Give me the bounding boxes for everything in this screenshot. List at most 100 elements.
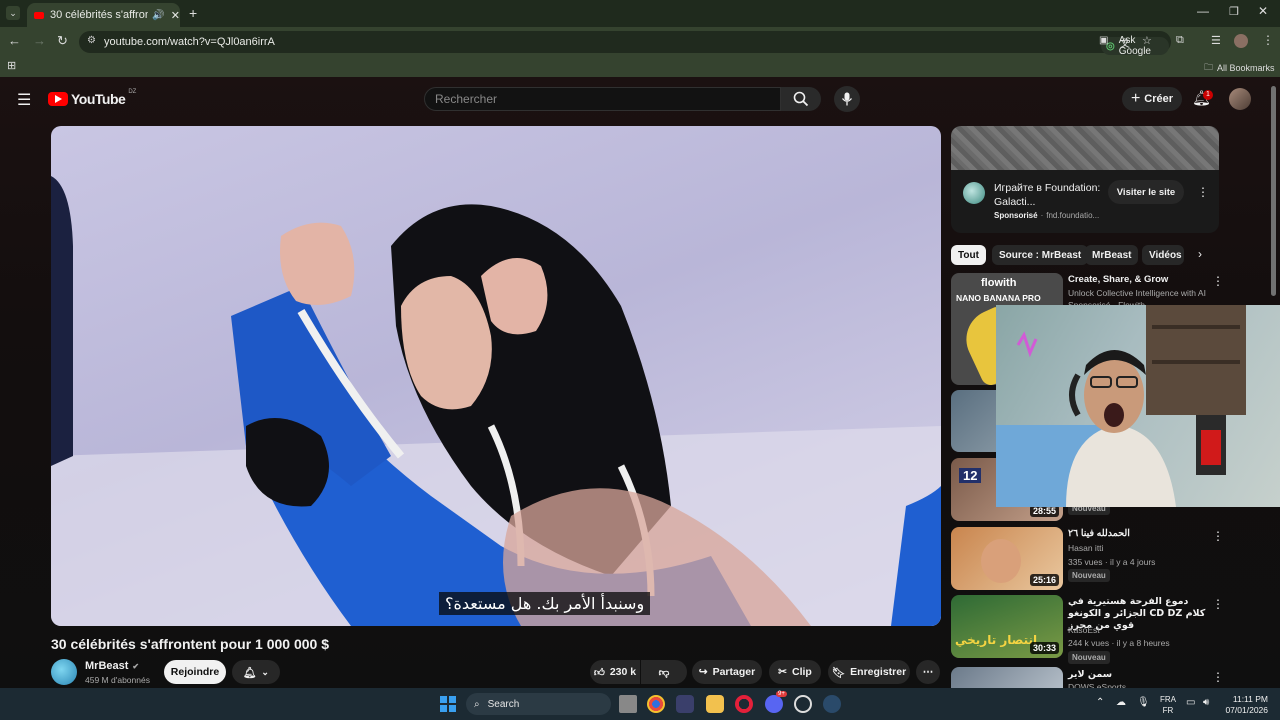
channel-avatar[interactable] xyxy=(51,659,77,685)
steam-icon[interactable] xyxy=(823,695,841,713)
more-actions-button[interactable]: ⋯ xyxy=(916,660,940,684)
extensions-icon[interactable]: ⧉ xyxy=(1176,34,1184,47)
verified-badge-icon: ✔ xyxy=(132,661,140,671)
chrome-icon[interactable] xyxy=(647,695,665,713)
site-info-icon[interactable]: ⚙ xyxy=(87,35,96,46)
save-button[interactable]: 🔖︎ Enregistrer xyxy=(828,660,910,684)
search-button[interactable] xyxy=(781,87,821,111)
network-icon[interactable]: ▭ xyxy=(1186,697,1195,708)
recommendation-title[interactable]: سمن لاير xyxy=(1068,669,1208,681)
browser-menu-icon[interactable]: ⋮ xyxy=(1262,33,1274,47)
opera-icon[interactable] xyxy=(735,695,753,713)
chevron-down-icon: ⌄ xyxy=(261,666,269,677)
discord-icon[interactable] xyxy=(765,695,783,713)
ad-domain: fnd.foundatio... xyxy=(1046,211,1100,220)
discord-badge: 9+ xyxy=(776,691,787,697)
share-button[interactable]: ↪ Partager xyxy=(692,660,762,684)
webcam-frame xyxy=(996,305,1246,507)
windows-start-icon[interactable] xyxy=(440,696,456,712)
speaker-icon[interactable]: 🔊 xyxy=(152,10,164,21)
clip-button[interactable]: ✂ Clip xyxy=(769,660,821,684)
create-button[interactable]: + Créer xyxy=(1122,87,1182,111)
recommendation-channel: Unlock Collective Intelligence with AI xyxy=(1068,288,1206,298)
chip-mrbeast[interactable]: MrBeast xyxy=(1085,245,1139,265)
chip-videos[interactable]: Vidéos s xyxy=(1142,245,1184,265)
reading-list-icon[interactable]: ☰ xyxy=(1211,34,1221,47)
tab-search-button[interactable]: ⌄ xyxy=(6,6,20,20)
close-window-icon[interactable]: ✕ xyxy=(1258,4,1268,18)
folder-icon: 🗀 xyxy=(1204,62,1214,72)
notifications-badge: 1 xyxy=(1203,90,1213,100)
search-icon xyxy=(793,91,809,107)
windows-taskbar: ⌕ Search 9+ ⌃ ☁ 🎙︎ FRA FR ▭ 🔊︎ 11:11 PM … xyxy=(0,688,1280,720)
file-explorer-icon[interactable] xyxy=(706,695,724,713)
clip-label: Clip xyxy=(791,666,812,678)
taskbar-search[interactable]: ⌕ Search xyxy=(466,693,611,715)
sponsored-ad-card[interactable]: Играйте в Foundation: Galacti... Sponsor… xyxy=(951,126,1219,233)
recommendation-title[interactable]: Create, Share, & Grow xyxy=(1068,274,1208,286)
recommendation-title[interactable]: الحمدلله فينا ٢٦ xyxy=(1068,528,1208,540)
page-scrollbar[interactable] xyxy=(1271,86,1276,296)
onedrive-icon[interactable]: ☁ xyxy=(1116,697,1126,708)
voice-search-button[interactable] xyxy=(834,86,860,112)
app-icon[interactable] xyxy=(794,695,812,713)
like-button[interactable]: 👍︎ 230 k xyxy=(590,660,640,684)
minimize-window-icon[interactable]: — xyxy=(1197,4,1209,18)
recommendation-menu-icon[interactable]: ⋮ xyxy=(1212,597,1224,611)
microphone-tray-icon[interactable]: 🎙︎ xyxy=(1137,697,1150,708)
back-arrow-icon[interactable]: ← xyxy=(8,33,21,48)
new-tab-button[interactable]: + xyxy=(189,5,197,21)
restore-window-icon[interactable]: ❐ xyxy=(1229,5,1239,18)
recommendation-menu-icon[interactable]: ⋮ xyxy=(1212,274,1224,288)
channel-name-row[interactable]: MrBeast ✔ xyxy=(85,660,139,672)
taskbar-search-label: Search xyxy=(487,698,520,710)
all-bookmarks-button[interactable]: 🗀 All Bookmarks xyxy=(1204,60,1275,76)
recommendation-menu-icon[interactable]: ⋮ xyxy=(1212,670,1224,684)
video-duration: 25:16 xyxy=(1029,574,1059,586)
forward-arrow-icon[interactable]: → xyxy=(33,33,46,48)
chip-all[interactable]: Tout xyxy=(951,245,986,265)
youtube-page: ☰ YouTube DZ Rechercher + Créer 🔔︎ 1 وسن… xyxy=(0,77,1280,688)
profile-avatar[interactable] xyxy=(1234,34,1248,48)
more-horizontal-icon: ⋯ xyxy=(922,666,934,678)
keyboard-layout: FR xyxy=(1162,706,1174,715)
recommendation-thumbnail[interactable]: 25:16 xyxy=(951,527,1063,590)
install-app-icon[interactable]: ▣ xyxy=(1099,35,1108,46)
recommendation-channel: Hasan itti xyxy=(1068,543,1104,553)
recommendation-thumbnail[interactable]: انتصار تاريخي 30:33 xyxy=(951,595,1063,658)
chips-next-chevron-icon[interactable]: › xyxy=(1198,247,1202,261)
task-view-icon[interactable] xyxy=(619,695,637,713)
chip-source-mrbeast[interactable]: Source : MrBeast xyxy=(992,245,1089,265)
system-clock[interactable]: 11:11 PM 07/01/2026 xyxy=(1222,694,1268,716)
translate-icon[interactable]: 文 xyxy=(1120,35,1130,50)
visit-site-button[interactable]: Visiter le site xyxy=(1108,180,1184,204)
input-language[interactable]: FRA FR xyxy=(1158,694,1178,716)
bookmark-star-icon[interactable]: ☆ xyxy=(1142,34,1152,47)
tray-chevron-icon[interactable]: ⌃ xyxy=(1096,697,1104,708)
ask-google-button[interactable]: ◎ Ask Google xyxy=(1101,35,1169,57)
video-player[interactable]: وسنبدأ الأمر بك. هل مستعدة؟ xyxy=(51,126,941,626)
recommendation-menu-icon[interactable]: ⋮ xyxy=(1212,529,1224,543)
dislike-button[interactable]: 👎︎ xyxy=(641,660,687,684)
active-tab[interactable]: 30 célébrités s'affrontent po 🔊 ✕ xyxy=(27,3,180,27)
account-avatar[interactable] xyxy=(1229,88,1251,110)
subscription-bell-button[interactable]: 🔔︎ ⌄ xyxy=(232,660,280,684)
video-subtitle: وسنبدأ الأمر بك. هل مستعدة؟ xyxy=(439,592,651,615)
tab-title: 30 célébrités s'affrontent po xyxy=(50,9,149,21)
volume-icon[interactable]: 🔊︎ xyxy=(1203,697,1209,708)
reload-icon[interactable]: ↻ xyxy=(57,33,68,49)
search-input[interactable]: Rechercher xyxy=(424,87,781,111)
hamburger-menu-icon[interactable]: ☰ xyxy=(17,90,31,110)
apps-grid-icon[interactable]: ⊞ xyxy=(7,59,16,72)
flowith-brand: flowith xyxy=(981,277,1017,289)
close-tab-icon[interactable]: ✕ xyxy=(171,9,180,22)
bell-icon: 🔔︎ xyxy=(243,666,257,679)
snipping-tool-icon[interactable] xyxy=(676,695,694,713)
join-button[interactable]: Rejoindre xyxy=(164,660,226,684)
recommendation-thumbnail[interactable] xyxy=(951,667,1063,688)
ad-menu-icon[interactable]: ⋮ xyxy=(1197,185,1209,199)
webcam-overlay xyxy=(996,305,1280,507)
address-bar[interactable]: ⚙ youtube.com/watch?v=QJl0an6irrA ◎ Ask … xyxy=(79,31,1171,57)
video-title: 30 célébrités s'affrontent pour 1 000 00… xyxy=(51,636,330,652)
youtube-logo[interactable]: YouTube DZ xyxy=(48,89,136,107)
